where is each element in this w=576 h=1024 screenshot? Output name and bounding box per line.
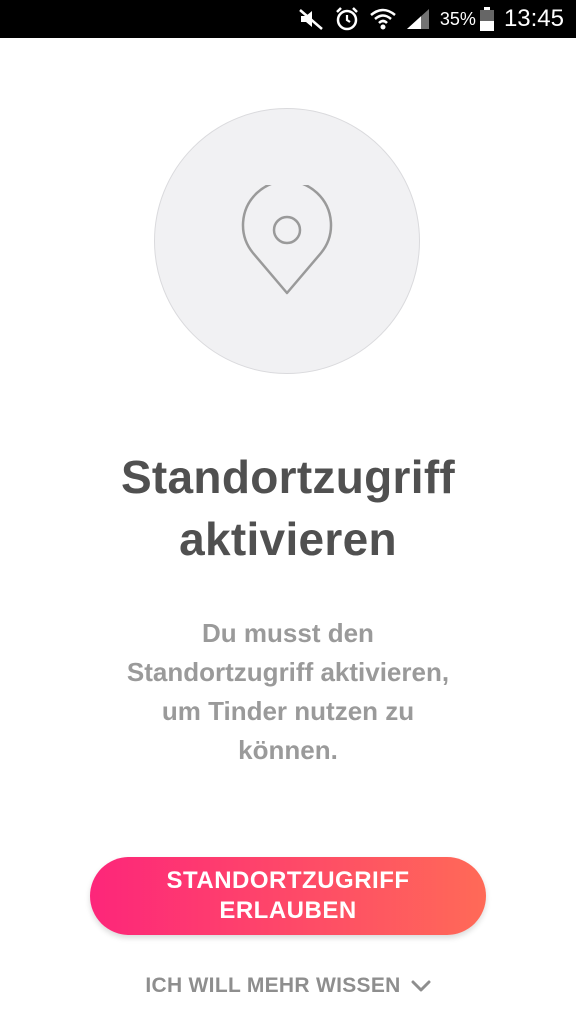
allow-location-button-line-2: ERLAUBEN [219,897,357,924]
battery-percent: 35% [439,8,476,29]
signal-icon [406,8,430,30]
location-pin-icon [239,185,335,297]
description-line-1: Du musst den [202,618,374,648]
description-line-3: um Tinder nutzen zu [161,696,415,726]
title-line-2: aktivieren [179,513,397,565]
wifi-icon [370,7,396,31]
location-illustration [154,108,420,374]
battery-icon [479,7,494,31]
chevron-down-icon [411,979,431,993]
allow-location-button-line-1: STANDORTZUGRIFF [166,867,410,894]
page-title: Standortzugriff aktivieren [0,446,576,570]
title-line-1: Standortzugriff [120,451,456,503]
alarm-icon [334,6,360,32]
mute-icon [298,7,324,31]
learn-more-label: ICH WILL MEHR WISSEN [145,974,401,997]
clock-time: 13:45 [503,5,564,32]
allow-location-button[interactable]: STANDORTZUGRIFF ERLAUBEN [90,857,486,935]
description-line-4: können. [238,735,338,765]
description-text: Du musst den Standortzugriff aktivieren,… [60,614,516,770]
status-bar: 35% 13:45 [0,0,576,38]
learn-more-link[interactable]: ICH WILL MEHR WISSEN [0,968,576,1004]
description-line-2: Standortzugriff aktivieren, [126,657,450,687]
